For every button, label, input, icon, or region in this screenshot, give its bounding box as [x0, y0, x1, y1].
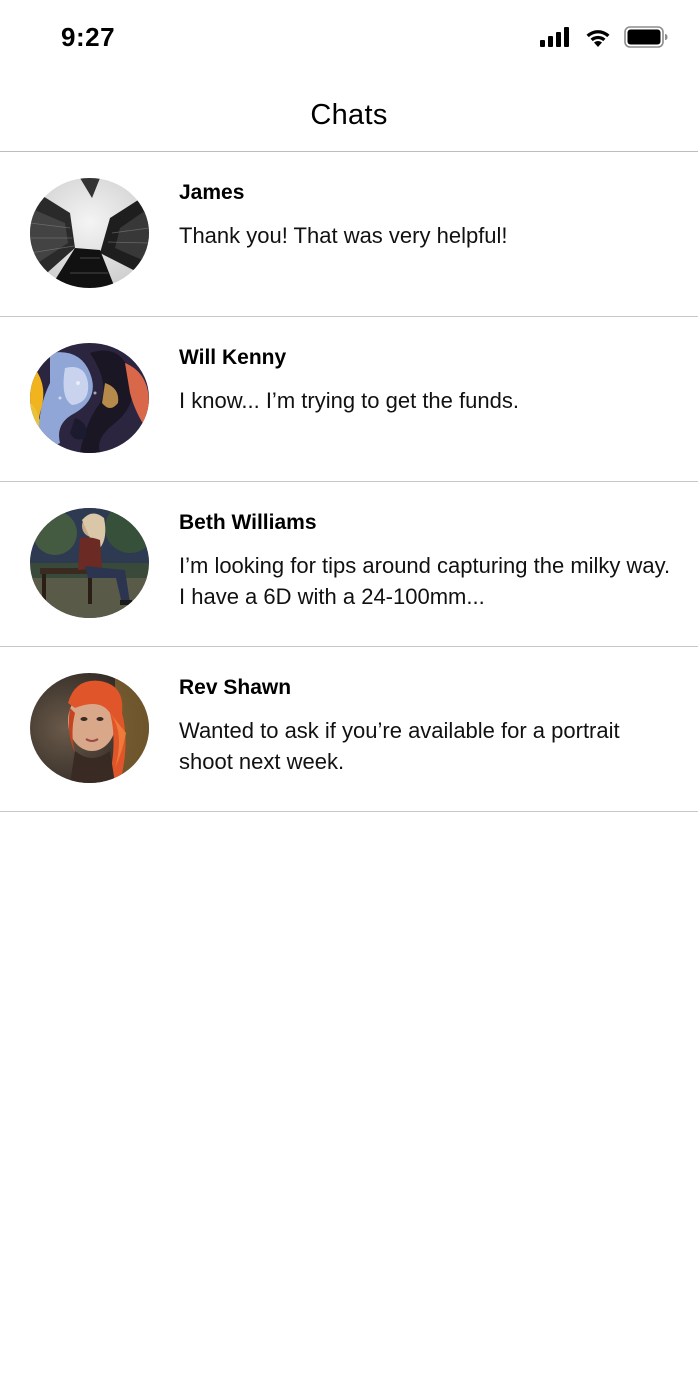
chat-row-rev-shawn[interactable]: Rev Shawn Wanted to ask if you’re availa… [0, 647, 698, 812]
chat-list: James Thank you! That was very helpful! [0, 152, 698, 812]
navigation-header: Chats [0, 78, 698, 152]
chat-row-james[interactable]: James Thank you! That was very helpful! [0, 152, 698, 317]
chat-row-will-kenny[interactable]: Will Kenny I know... I’m trying to get t… [0, 317, 698, 482]
avatar-woman-on-bench-image [30, 508, 149, 618]
page-title: Chats [310, 99, 388, 131]
avatar [30, 673, 149, 783]
status-time: 9:27 [61, 22, 116, 52]
cellular-signal-icon [540, 26, 572, 52]
chat-contact-name: Beth Williams [179, 511, 317, 534]
chat-contact-name: Will Kenny [179, 346, 287, 369]
avatar-abstract-paint-image [30, 343, 149, 453]
battery-icon [624, 25, 668, 53]
chat-message-preview: Wanted to ask if you’re available for a … [179, 718, 620, 774]
status-icons [540, 25, 668, 53]
wifi-icon [584, 27, 612, 52]
status-bar: 9:27 [0, 0, 698, 78]
chat-message-preview: Thank you! That was very helpful! [179, 223, 508, 248]
chat-contact-name: James [179, 181, 245, 204]
avatar [30, 508, 149, 618]
avatar-woman-red-hair-image [30, 673, 149, 783]
avatar [30, 343, 149, 453]
chat-message-preview: I’m looking for tips around capturing th… [179, 553, 671, 609]
chat-contact-name: Rev Shawn [179, 676, 292, 699]
avatar-skyscrapers-image [30, 178, 149, 288]
chat-message-preview: I know... I’m trying to get the funds. [179, 388, 519, 413]
avatar [30, 178, 149, 288]
chat-row-beth-williams[interactable]: Beth Williams I’m looking for tips aroun… [0, 482, 698, 647]
